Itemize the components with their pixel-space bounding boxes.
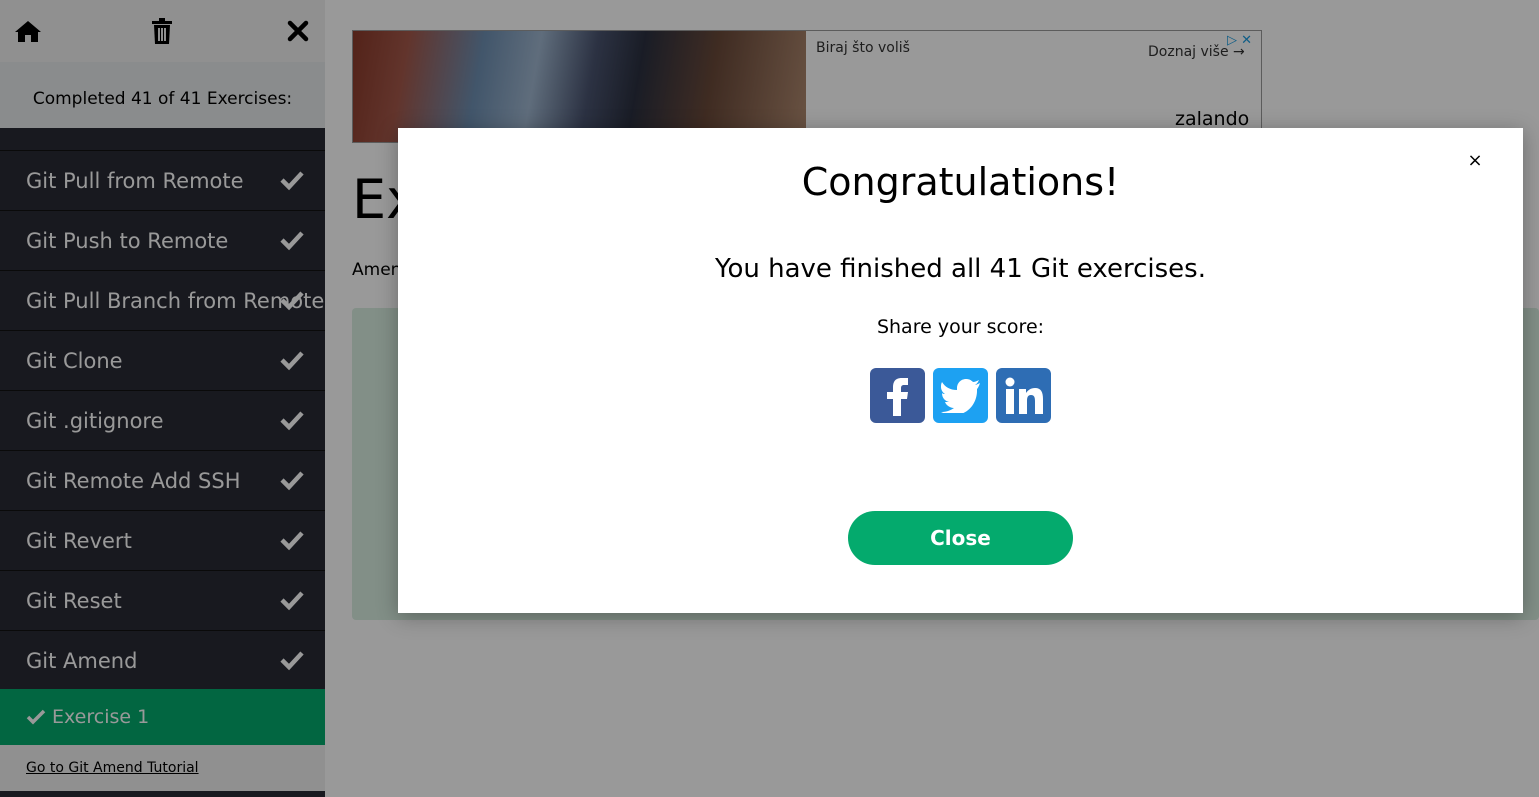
modal-message: You have finished all 41 Git exercises.: [715, 254, 1206, 284]
modal-title: Congratulations!: [801, 160, 1120, 204]
linkedin-icon[interactable]: [996, 368, 1051, 423]
congratulations-modal: × Congratulations! You have finished all…: [398, 128, 1523, 613]
twitter-icon[interactable]: [933, 368, 988, 423]
close-button[interactable]: Close: [848, 511, 1073, 565]
share-buttons: [870, 368, 1052, 424]
share-label: Share your score:: [876, 316, 1045, 338]
facebook-icon[interactable]: [870, 368, 925, 423]
